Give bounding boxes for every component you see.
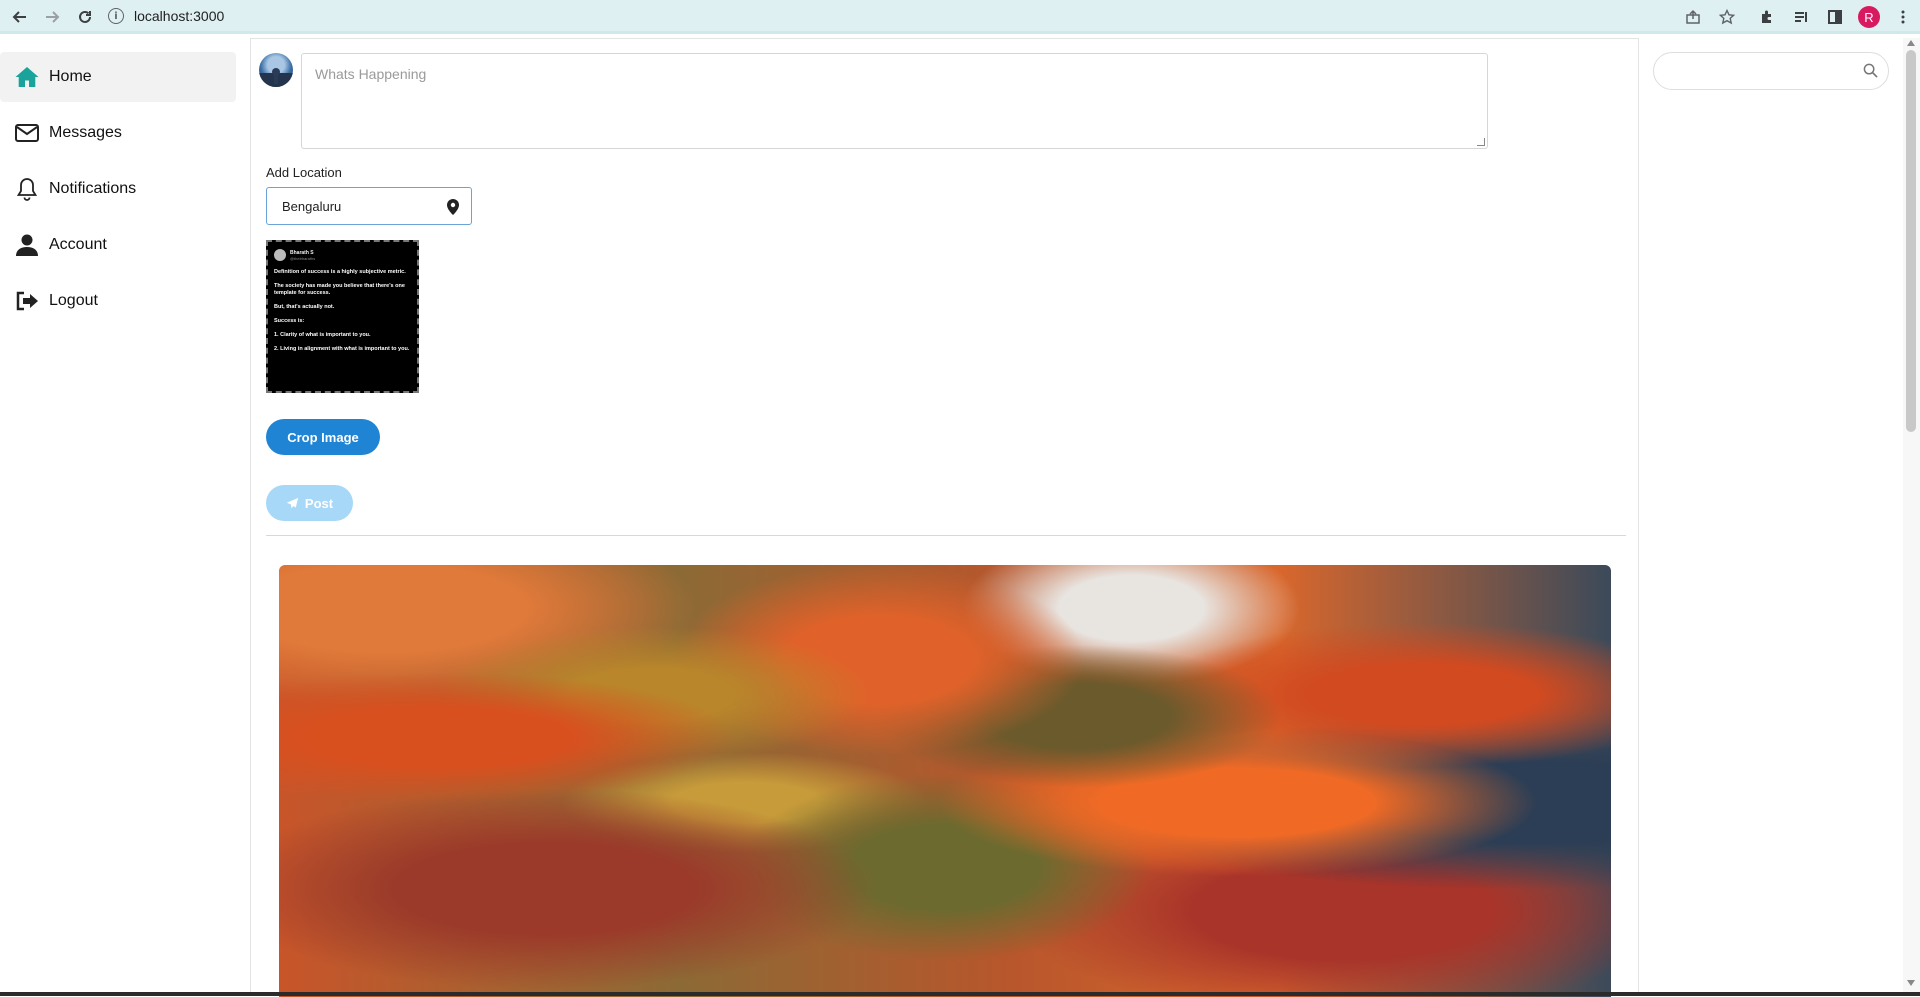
side-panel-icon[interactable]: [1818, 0, 1852, 34]
url-text: localhost:3000: [134, 8, 225, 24]
share-icon[interactable]: [1676, 0, 1710, 34]
sidebar-item-home[interactable]: Home: [0, 52, 236, 102]
address-bar[interactable]: i localhost:3000: [108, 3, 1790, 29]
sidebar-item-label: Messages: [49, 124, 122, 141]
location-label: Add Location: [266, 165, 342, 180]
site-info-icon[interactable]: i: [108, 8, 124, 24]
sidebar-item-label: Logout: [49, 292, 98, 309]
bookmark-star-icon[interactable]: [1710, 0, 1744, 34]
search-icon: [1863, 63, 1878, 83]
profile-avatar[interactable]: R: [1852, 0, 1886, 34]
sidebar-item-label: Home: [49, 68, 92, 85]
extensions-icon[interactable]: [1750, 0, 1784, 34]
menu-kebab-icon[interactable]: [1886, 0, 1920, 34]
browser-toolbar: i localhost:3000 R: [0, 0, 1920, 34]
forward-icon[interactable]: [36, 1, 68, 33]
post-button-label: Post: [304, 495, 334, 511]
reading-list-icon[interactable]: [1784, 0, 1818, 34]
user-icon: [15, 233, 39, 257]
preview-line: Success is:: [274, 318, 305, 324]
paper-plane-icon: [286, 497, 299, 508]
bell-icon: [15, 177, 39, 201]
sidebar-item-logout[interactable]: Logout: [0, 276, 236, 326]
scrollbar-thumb[interactable]: [1906, 50, 1916, 432]
scroll-up-arrow[interactable]: [1907, 40, 1915, 46]
crop-image-button[interactable]: Crop Image: [266, 419, 380, 455]
sidebar-item-label: Notifications: [49, 180, 137, 197]
browser-actions: R: [1676, 0, 1920, 34]
scroll-down-arrow[interactable]: [1907, 980, 1915, 986]
sidebar-item-messages[interactable]: Messages: [0, 108, 236, 158]
post-button[interactable]: Post: [266, 485, 353, 521]
location-input[interactable]: Bengaluru: [266, 187, 472, 225]
map-pin-icon[interactable]: [447, 199, 459, 218]
profile-initial: R: [1858, 6, 1880, 28]
sign-out-icon: [15, 289, 39, 313]
preview-line: 2. Living in alignment with what is impo…: [274, 346, 410, 352]
sidebar-item-account[interactable]: Account: [0, 220, 236, 270]
divider: [266, 535, 1626, 536]
sidebar: Home Messages Notifications Account Logo…: [0, 52, 236, 332]
main-feed: Whats Happening Add Location Bengaluru B…: [250, 38, 1639, 997]
preview-header: Bharath S @thebharaths: [274, 249, 411, 261]
avatar[interactable]: [259, 53, 293, 87]
home-icon: [15, 65, 39, 89]
image-preview[interactable]: Bharath S @thebharaths Definition of suc…: [266, 240, 419, 393]
preview-line: 1. Clarity of what is important to you.: [274, 332, 371, 338]
preview-line: The society has made you believe that th…: [274, 283, 405, 296]
back-icon[interactable]: [4, 1, 36, 33]
envelope-icon: [15, 121, 39, 145]
sidebar-item-notifications[interactable]: Notifications: [0, 164, 236, 214]
sidebar-item-label: Account: [49, 236, 107, 253]
compose-placeholder: Whats Happening: [315, 66, 427, 82]
resize-handle[interactable]: [1477, 138, 1485, 146]
reload-icon[interactable]: [69, 1, 101, 33]
preview-line: Definition of success is a highly subjec…: [274, 269, 406, 275]
preview-avatar: [274, 249, 286, 261]
preview-line: But, that's actually not.: [274, 304, 335, 310]
search-input[interactable]: [1653, 52, 1889, 90]
preview-handle: @thebharaths: [290, 255, 316, 261]
taskbar-edge: [0, 992, 1920, 996]
preview-name: Bharath S: [290, 249, 314, 256]
post-image[interactable]: [279, 565, 1611, 997]
location-value: Bengaluru: [282, 198, 342, 214]
compose-textarea[interactable]: Whats Happening: [301, 53, 1488, 149]
